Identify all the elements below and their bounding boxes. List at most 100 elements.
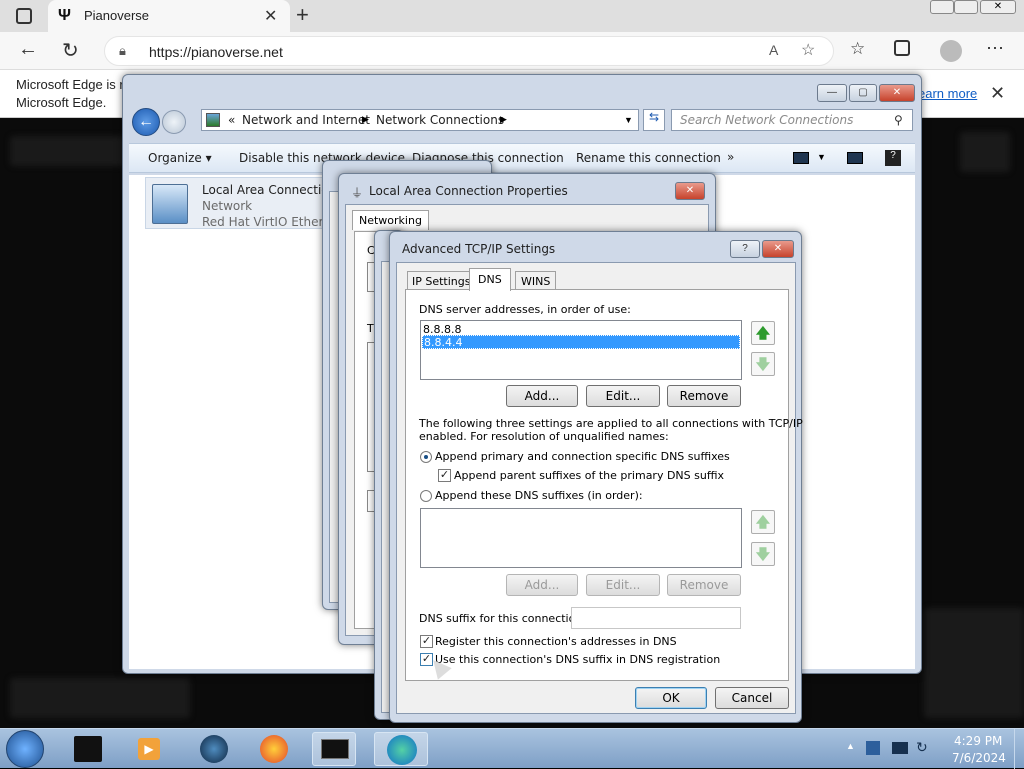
add-dns-button[interactable]: Add... (506, 385, 578, 407)
edit-dns-button[interactable]: Edit... (586, 385, 660, 407)
clock-date[interactable]: 7/6/2024 (952, 751, 1006, 765)
url-field[interactable]: 🔒︎ https://pianoverse.net A ☆ (104, 36, 834, 66)
remove-dns-button[interactable]: Remove (667, 385, 741, 407)
explorer-forward-icon[interactable] (162, 110, 186, 134)
append-primary-radio[interactable] (420, 451, 432, 463)
append-primary-label[interactable]: Append primary and connection specific D… (435, 450, 730, 463)
add-favorite-icon[interactable]: ☆ (801, 40, 815, 60)
view-options-icon[interactable] (793, 152, 809, 164)
cancel-button[interactable]: Cancel (715, 687, 789, 709)
add-suffix-button[interactable]: Add... (506, 574, 578, 596)
help-button[interactable]: ? (730, 240, 760, 258)
partial-this-label: T (367, 322, 374, 335)
tab-ip-settings[interactable]: IP Settings (407, 271, 476, 291)
toolbar-more-button[interactable]: » (727, 150, 734, 164)
read-aloud-icon[interactable]: A (769, 42, 778, 58)
append-these-label[interactable]: Append these DNS suffixes (in order): (435, 489, 643, 502)
advanced-close-button[interactable]: ✕ (762, 240, 794, 258)
favorites-icon[interactable]: ☆ (850, 39, 865, 59)
connection-status: Network (202, 199, 253, 213)
breadcrumb-separator-icon: ▶ (362, 114, 369, 124)
properties-close-button[interactable]: ✕ (675, 182, 705, 200)
breadcrumb-network-connections[interactable]: Network Connections (376, 113, 504, 127)
use-suffix-label[interactable]: Use this connection's DNS suffix in DNS … (435, 653, 720, 666)
learn-more-link[interactable]: earn more (918, 86, 977, 101)
info-text-line1: Microsoft Edge is r (16, 77, 124, 92)
minimize-browser-button[interactable] (930, 0, 954, 14)
collections-icon[interactable] (894, 40, 910, 56)
url-text: https://pianoverse.net (149, 44, 283, 60)
close-browser-button[interactable]: ✕ (980, 0, 1016, 14)
refresh-explorer-icon[interactable]: ⇆ (643, 109, 665, 131)
suffix-move-down-button[interactable]: 🡇 (751, 542, 775, 566)
breadcrumb-dropdown-icon[interactable]: ▼ (624, 115, 633, 125)
close-infobar-icon[interactable]: ✕ (990, 83, 1005, 104)
explorer-back-icon[interactable]: ← (132, 108, 160, 136)
back-icon[interactable]: ← (18, 38, 38, 61)
refresh-icon[interactable]: ↻ (62, 38, 79, 63)
dns-suffix-input[interactable] (571, 607, 741, 629)
view-dropdown-icon[interactable]: ▼ (817, 152, 826, 162)
rename-button[interactable]: Rename this connection (576, 151, 721, 165)
remove-suffix-button[interactable]: Remove (667, 574, 741, 596)
suffix-move-up-button[interactable]: 🡅 (751, 510, 775, 534)
organize-button[interactable]: Organize ▾ (148, 151, 212, 165)
restore-browser-button[interactable] (954, 0, 978, 14)
dns-servers-label: DNS server addresses, in order of use: (419, 303, 631, 316)
register-checkbox[interactable]: ✓ (420, 635, 433, 648)
tab-actions-icon[interactable] (16, 8, 32, 24)
breadcrumb-separator-icon: ▶ (500, 114, 507, 124)
append-parent-checkbox[interactable]: ✓ (438, 469, 451, 482)
network-tray-icon[interactable] (866, 741, 880, 755)
explorer-toolbar: Organize ▾ Disable this network device D… (129, 143, 915, 173)
explorer-maximize-button[interactable]: ▢ (849, 84, 877, 102)
media-player-icon[interactable]: ▶ (128, 732, 172, 766)
preview-pane-icon[interactable] (847, 152, 863, 164)
more-menu-icon[interactable]: ⋯ (986, 38, 1004, 59)
append-these-radio[interactable] (420, 490, 432, 502)
browser-tab-bar: Ψ Pianoverse ✕ + ✕ (0, 0, 1024, 32)
connection-item[interactable]: Local Area Connection Network Red Hat Vi… (145, 177, 345, 229)
network-connections-taskbar-icon[interactable] (312, 732, 356, 766)
advanced-dialog-title: Advanced TCP/IP Settings (402, 242, 556, 256)
breadcrumb-network-internet[interactable]: Network and Internet (242, 113, 370, 127)
tab-wins[interactable]: WINS (515, 271, 557, 291)
windows-taskbar: ▶ ▲ ↻ 4:29 PM 7/6/2024 (0, 728, 1024, 769)
dns-servers-list[interactable]: 8.8.8.8 8.8.4.4 (420, 320, 742, 380)
new-tab-button[interactable]: + (296, 2, 309, 28)
help-icon[interactable]: ? (885, 150, 901, 166)
advanced-dialog-content: IP Settings DNS WINS DNS server addresse… (396, 262, 803, 714)
show-desktop-button[interactable] (1014, 729, 1024, 769)
start-button[interactable] (6, 730, 44, 768)
display-tray-icon[interactable] (892, 742, 908, 754)
show-hidden-icons[interactable]: ▲ (846, 741, 855, 751)
dns-server-item-selected[interactable]: 8.8.4.4 (422, 335, 740, 349)
move-up-button[interactable]: 🡅 (751, 321, 775, 345)
info-text-2: enabled. For resolution of unqualified n… (419, 430, 669, 443)
dns-suffix-label: DNS suffix for this connection: (419, 612, 587, 625)
ok-button[interactable]: OK (635, 687, 707, 709)
edit-suffix-button[interactable]: Edit... (586, 574, 660, 596)
explorer-close-button[interactable]: ✕ (879, 84, 915, 102)
server-manager-icon[interactable] (66, 732, 110, 766)
breadcrumb-bar[interactable]: « Network and Internet ▶ Network Connect… (201, 109, 639, 131)
tab-close-icon[interactable]: ✕ (264, 6, 277, 26)
move-down-button[interactable]: 🡇 (751, 352, 775, 376)
dns-tab-panel: DNS server addresses, in order of use: 8… (405, 289, 803, 681)
search-icon: ⚲ (894, 113, 903, 127)
append-parent-label[interactable]: Append parent suffixes of the primary DN… (454, 469, 724, 482)
networking-tab[interactable]: Networking (352, 210, 429, 230)
search-network-connections[interactable]: Search Network Connections ⚲ (671, 109, 913, 131)
explorer-minimize-button[interactable]: — (817, 84, 847, 102)
globe-icon[interactable] (192, 732, 236, 766)
firefox-icon[interactable] (252, 732, 296, 766)
tab-dns[interactable]: DNS (469, 268, 511, 291)
profile-avatar[interactable] (940, 40, 962, 62)
register-label[interactable]: Register this connection's addresses in … (435, 635, 677, 648)
breadcrumb-root[interactable]: « (228, 113, 235, 127)
clock-time[interactable]: 4:29 PM (954, 734, 1002, 748)
edge-icon[interactable] (374, 732, 428, 766)
dns-suffixes-list[interactable] (420, 508, 742, 568)
browser-tab[interactable]: Ψ Pianoverse ✕ (48, 0, 290, 32)
sync-tray-icon[interactable]: ↻ (916, 739, 928, 756)
